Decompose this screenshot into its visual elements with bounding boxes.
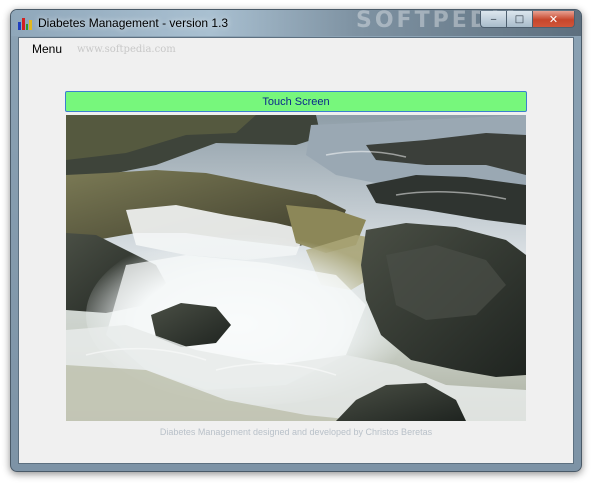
close-icon: ✕	[548, 12, 559, 26]
waterfall-photo	[66, 115, 526, 421]
maximize-button[interactable]: □	[506, 11, 532, 28]
waterfall-photo-graphic	[66, 115, 526, 421]
bar-chart-app-icon[interactable]	[18, 16, 32, 30]
maximize-icon: □	[514, 13, 525, 25]
caption-buttons: ‒ □ ✕	[480, 11, 575, 28]
touch-screen-button-label: Touch Screen	[262, 95, 330, 108]
menu-bar: Menu www.softpedia.com	[19, 38, 573, 60]
minimize-icon: ‒	[490, 13, 497, 25]
window-title: Diabetes Management - version 1.3	[38, 16, 229, 30]
menu-item-menu[interactable]: Menu	[32, 42, 62, 56]
app-window: SOFTPEDIA Diabetes Management - version …	[10, 9, 582, 472]
title-bar[interactable]: SOFTPEDIA Diabetes Management - version …	[11, 10, 581, 36]
touch-screen-button[interactable]: Touch Screen	[65, 91, 527, 112]
credit-text: Diabetes Management designed and develop…	[159, 427, 433, 437]
client-area: Menu www.softpedia.com Touch Screen Diab…	[18, 37, 574, 464]
close-button[interactable]: ✕	[532, 11, 575, 28]
minimize-button[interactable]: ‒	[480, 11, 506, 28]
softpedia-url-watermark: www.softpedia.com	[77, 44, 176, 55]
